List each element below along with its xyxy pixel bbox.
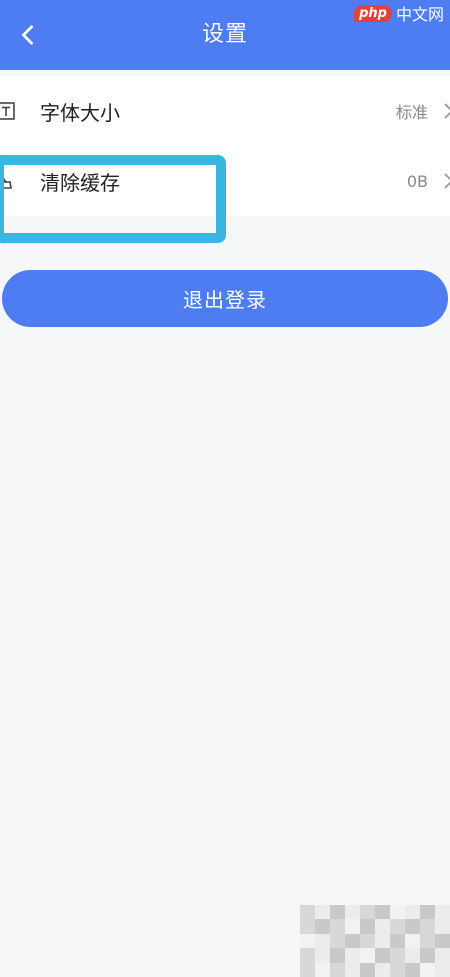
- settings-row-value: 标准: [395, 103, 428, 122]
- watermark-badge: php: [354, 4, 392, 22]
- chevron-right-icon: [440, 101, 450, 121]
- broom-icon: [0, 171, 16, 191]
- text-size-icon: [0, 101, 16, 121]
- site-watermark: php 中文网: [354, 2, 444, 24]
- settings-list: 字体大小 标准 清除缓存 0B: [0, 76, 450, 216]
- logout-button[interactable]: 退出登录: [2, 270, 448, 327]
- settings-row-font-size[interactable]: 字体大小 标准: [0, 76, 450, 146]
- watermark-text: 中文网: [395, 5, 444, 24]
- top-navigation-bar: 设置 php 中文网: [0, 0, 450, 70]
- settings-row-label: 清除缓存: [40, 170, 120, 195]
- settings-row-label: 字体大小: [40, 100, 120, 125]
- chevron-right-icon: [440, 171, 450, 191]
- settings-screen: 设置 php 中文网 字体大小 标准 清除缓存 0B 退出登录: [0, 0, 450, 977]
- settings-row-clear-cache[interactable]: 清除缓存 0B: [0, 146, 450, 216]
- settings-row-value: 0B: [406, 171, 428, 191]
- pixelated-mosaic: [300, 905, 450, 977]
